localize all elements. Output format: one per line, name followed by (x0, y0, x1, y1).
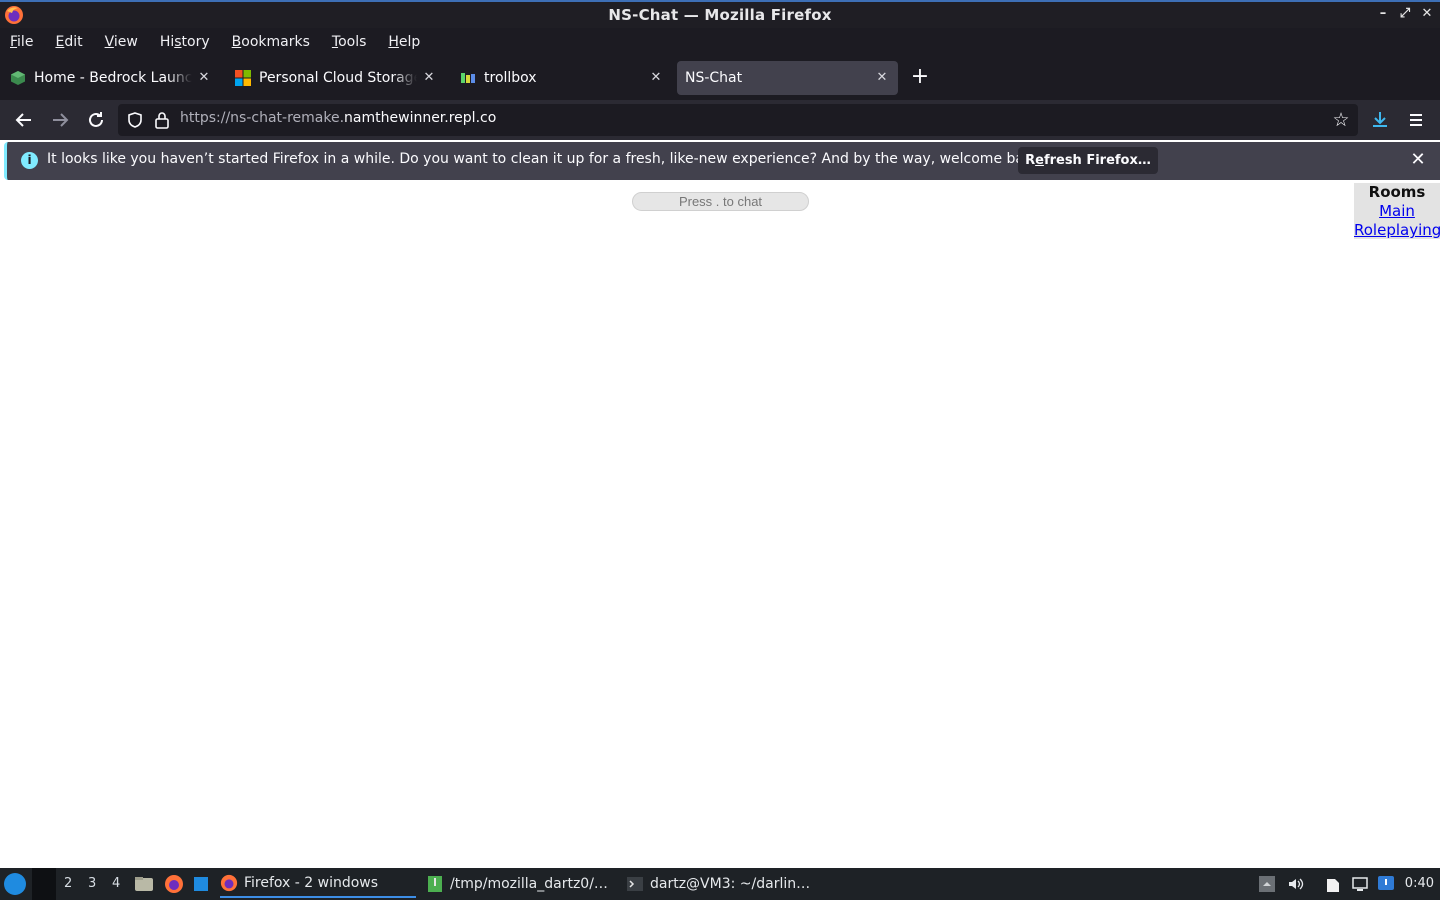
tab-label: NS-Chat (685, 70, 743, 86)
task-firefox[interactable]: Firefox - 2 windows (220, 870, 416, 898)
tab-ns-chat[interactable]: NS-Chat ✕ (677, 61, 898, 95)
lock-icon[interactable] (154, 111, 170, 129)
menu-view[interactable]: View (105, 34, 138, 50)
maximize-icon[interactable]: ⤢ (1398, 5, 1412, 23)
forward-button[interactable] (48, 108, 72, 132)
tab-bedrock-launcher[interactable]: Home - Bedrock Launcher ✕ (0, 61, 220, 95)
minimize-icon[interactable]: – (1376, 5, 1390, 23)
tab-label: trollbox (484, 70, 537, 86)
close-window-icon[interactable]: ✕ (1420, 5, 1434, 23)
volume-icon[interactable] (1287, 875, 1305, 893)
refresh-firefox-notification: i It looks like you haven’t started Fire… (4, 142, 1440, 180)
menu-bar: File Edit View History Bookmarks Tools H… (0, 28, 1440, 56)
tray-up-arrow-icon[interactable] (1258, 875, 1276, 893)
task-archive[interactable]: /tmp/mozilla_dartz0/… (426, 870, 608, 898)
task-label: dartz@VM3: ~/darlin… (650, 876, 811, 892)
desktop-icon[interactable] (192, 874, 212, 894)
room-link-main[interactable]: Main (1354, 202, 1440, 221)
terminal-icon (627, 877, 643, 891)
microsoft-logo-icon (235, 70, 251, 86)
trollbox-icon (461, 73, 475, 83)
menu-bookmarks[interactable]: Bookmarks (232, 34, 310, 50)
window-controls: – ⤢ ✕ (1376, 5, 1434, 23)
tracking-protection-shield-icon[interactable] (126, 111, 144, 129)
close-tab-icon[interactable]: ✕ (421, 70, 437, 86)
menu-tools[interactable]: Tools (332, 34, 367, 50)
window-titlebar: NS-Chat — Mozilla Firefox – ⤢ ✕ (0, 0, 1440, 28)
downloads-icon[interactable] (1368, 108, 1392, 132)
back-arrow-icon (15, 113, 31, 127)
close-tab-icon[interactable]: ✕ (196, 70, 212, 86)
rooms-panel: Rooms Main Roleplaying (1354, 183, 1440, 239)
file-manager-icon[interactable] (134, 874, 154, 894)
taskbar: 2 3 4 Firefox - 2 windows /tmp/mozilla_d… (0, 868, 1440, 900)
hamburger-menu-icon[interactable] (1404, 108, 1428, 132)
tab-trollbox[interactable]: trollbox ✕ (450, 61, 672, 95)
close-notification-icon[interactable]: ✕ (1408, 150, 1428, 170)
window-title: NS-Chat — Mozilla Firefox (608, 6, 832, 24)
clock[interactable]: 0:40 (1405, 876, 1434, 891)
info-icon: i (21, 152, 38, 169)
firefox-launcher-icon[interactable] (164, 874, 184, 894)
menu-file[interactable]: File (10, 34, 33, 50)
task-label: Firefox - 2 windows (244, 875, 379, 891)
task-terminal[interactable]: dartz@VM3: ~/darlin… (626, 870, 810, 898)
bookmark-star-icon[interactable]: ☆ (1330, 109, 1352, 131)
menu-help[interactable]: Help (388, 34, 420, 50)
workspace-2[interactable]: 2 (64, 876, 72, 891)
bedrock-cube-icon (11, 71, 25, 85)
new-tab-button[interactable]: + (906, 66, 934, 90)
chat-hint-pill[interactable]: Press . to chat (632, 192, 809, 211)
clipboard-icon[interactable] (1324, 875, 1342, 893)
forward-arrow-icon (53, 113, 69, 127)
menu-edit[interactable]: Edit (55, 34, 82, 50)
start-menu-icon[interactable] (4, 873, 26, 895)
page-content: Press . to chat Rooms Main Roleplaying (0, 182, 1440, 868)
update-notifier-icon[interactable] (1377, 875, 1395, 893)
url-bar[interactable]: https://ns-chat-remake.namthewinner.repl… (118, 104, 1358, 136)
reload-button[interactable] (84, 108, 108, 132)
close-tab-icon[interactable]: ✕ (648, 70, 664, 86)
rooms-heading: Rooms (1368, 183, 1426, 201)
close-tab-icon[interactable]: ✕ (874, 70, 890, 86)
url-text[interactable]: https://ns-chat-remake.namthewinner.repl… (180, 110, 496, 126)
tab-onedrive[interactable]: Personal Cloud Storage - Microsoft OneDr… (225, 61, 445, 95)
room-link-roleplaying[interactable]: Roleplaying (1354, 221, 1440, 240)
tab-label: Home - Bedrock Launcher (34, 70, 192, 86)
workspace-3[interactable]: 3 (88, 876, 96, 891)
tab-label: Personal Cloud Storage - Microsoft OneDr… (259, 70, 417, 86)
reload-icon (89, 112, 103, 127)
file-archive-icon (428, 876, 442, 892)
task-label: /tmp/mozilla_dartz0/… (450, 876, 608, 892)
workspace-1[interactable] (32, 868, 56, 900)
menu-history[interactable]: History (160, 34, 210, 50)
tab-strip: Home - Bedrock Launcher ✕ Personal Cloud… (0, 56, 1440, 100)
notification-message: It looks like you haven’t started Firefo… (47, 151, 1046, 167)
refresh-firefox-button[interactable]: Refresh Firefox… (1018, 147, 1158, 174)
back-button[interactable] (12, 108, 36, 132)
navigation-bar: https://ns-chat-remake.namthewinner.repl… (0, 100, 1440, 140)
network-icon[interactable] (1351, 875, 1369, 893)
workspace-4[interactable]: 4 (112, 876, 120, 891)
firefox-icon (220, 874, 238, 892)
